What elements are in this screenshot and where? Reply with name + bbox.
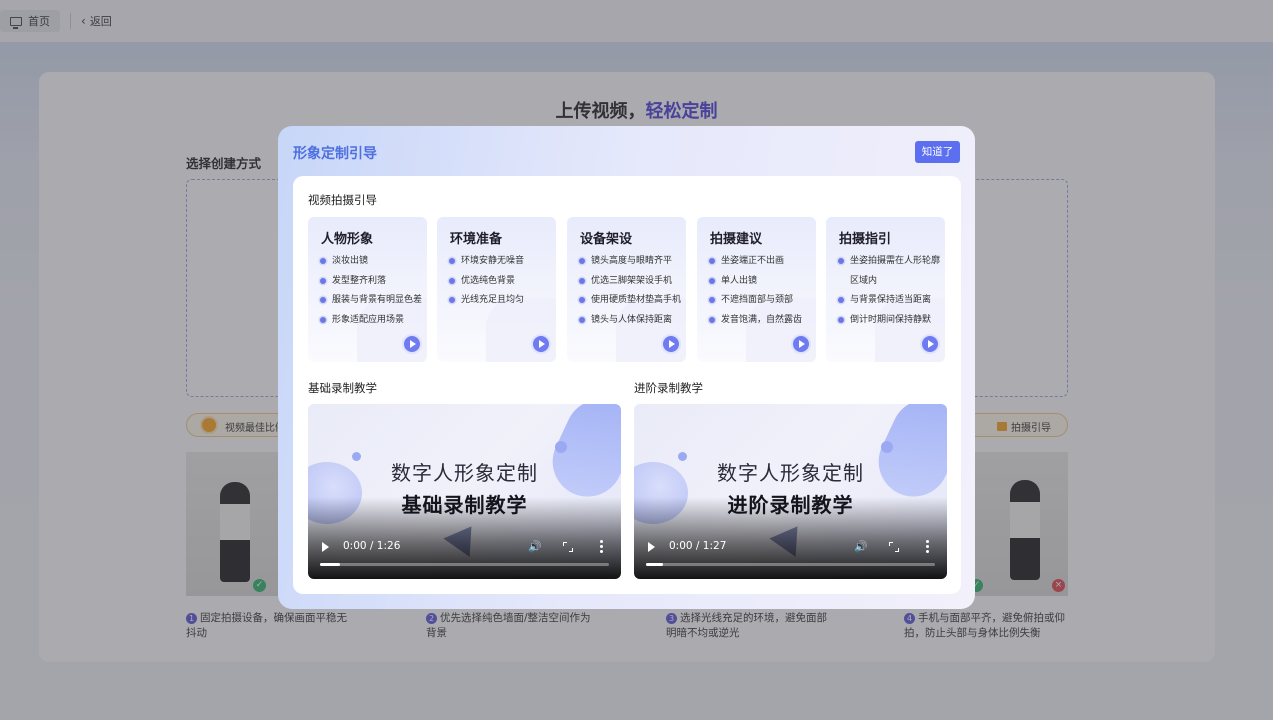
video-title-line1: 数字人形象定制: [391, 461, 538, 485]
bullet-icon: [449, 277, 455, 284]
bullet-icon: [579, 316, 585, 323]
video-progress-bar[interactable]: [646, 563, 935, 566]
bullet-icon: [579, 277, 585, 284]
guide-item: 优选三脚架架设手机: [579, 275, 681, 295]
shooting-guide-section-label: 视频拍摄引导: [308, 193, 377, 207]
play-icon[interactable]: [920, 334, 940, 354]
guide-item: 发音饱满，自然露齿: [709, 314, 802, 334]
advanced-tutorial-label: 进阶录制教学: [634, 381, 703, 395]
bullet-icon: [320, 277, 326, 284]
guide-card-title: 拍摄建议: [710, 232, 763, 247]
guide-card-environment: 环境准备 环境安静无噪音 优选纯色背景 光线充足且均匀: [437, 217, 556, 362]
guide-card-suggestion: 拍摄建议 坐姿端正不出画 单人出镜 不遮挡面部与颈部 发音饱满，自然露齿: [697, 217, 816, 362]
video-progress-fill: [320, 563, 341, 566]
guide-item: 光线充足且均匀: [449, 294, 524, 314]
bullet-icon: [838, 297, 844, 303]
guide-item: 优选纯色背景: [449, 275, 524, 295]
guide-item: 单人出镜: [709, 275, 802, 295]
guide-item: 镜头高度与眼睛齐平: [579, 255, 681, 275]
bullet-icon: [449, 258, 455, 264]
volume-icon[interactable]: 🔊: [854, 540, 868, 553]
fullscreen-icon[interactable]: [563, 542, 573, 552]
play-button[interactable]: [648, 542, 655, 552]
guide-item: 环境安静无噪音: [449, 255, 524, 275]
bullet-icon: [838, 316, 844, 323]
modal-body: 视频拍摄引导 人物形象 淡妆出镜 发型整齐利落 服装与背景有明显色差 形象适配应…: [293, 176, 961, 594]
guide-modal: 形象定制引导 知道了 视频拍摄引导 人物形象 淡妆出镜 发型整齐利落 服装与背景…: [278, 126, 975, 609]
play-icon[interactable]: [661, 334, 681, 354]
video-controls: 0:00 / 1:26 🔊: [308, 537, 621, 557]
guide-card-title: 拍摄指引: [839, 232, 892, 247]
guide-card-device: 设备架设 镜头高度与眼睛齐平 优选三脚架架设手机 使用硬质垫材垫高手机 镜头与人…: [567, 217, 686, 362]
video-title-line1: 数字人形象定制: [717, 461, 864, 485]
decor-dot: [555, 441, 567, 453]
video-time: 0:00 / 1:27: [669, 540, 727, 552]
advanced-tutorial-video[interactable]: 数字人形象定制 进阶录制教学 0:00 / 1:27 🔊: [634, 404, 947, 579]
video-progress-fill: [646, 563, 664, 566]
bullet-icon: [709, 316, 715, 323]
bullet-icon: [320, 258, 326, 264]
guide-item: 坐姿端正不出画: [709, 255, 802, 275]
bullet-icon: [709, 297, 715, 303]
basic-tutorial-video[interactable]: 数字人形象定制 基础录制教学 0:00 / 1:26 🔊: [308, 404, 621, 579]
guide-item: 服装与背景有明显色差: [320, 294, 422, 314]
bullet-icon: [579, 297, 585, 303]
guide-card-title: 环境准备: [450, 232, 503, 247]
guide-item: 不遮挡面部与颈部: [709, 294, 802, 314]
fullscreen-icon[interactable]: [889, 542, 899, 552]
guide-item: 淡妆出镜: [320, 255, 422, 275]
guide-item: 倒计时期间保持静默: [838, 314, 940, 334]
bullet-icon: [449, 297, 455, 303]
bullet-icon: [320, 297, 326, 303]
guide-item: 与背景保持适当距离: [838, 294, 940, 314]
guide-item: 区域内: [850, 275, 878, 286]
guide-item: 发型整齐利落: [320, 275, 422, 295]
guide-item: 使用硬质垫材垫高手机: [579, 294, 681, 314]
bullet-icon: [709, 277, 715, 284]
bullet-icon: [320, 316, 326, 323]
guide-item: 形象适配应用场景: [320, 314, 422, 334]
video-controls: 0:00 / 1:27 🔊: [634, 537, 947, 557]
basic-tutorial-label: 基础录制教学: [308, 381, 377, 395]
guide-item: 坐姿拍摄需在人形轮廓: [838, 255, 940, 275]
decor-dot: [881, 441, 893, 453]
bullet-icon: [709, 258, 715, 264]
guide-card-appearance: 人物形象 淡妆出镜 发型整齐利落 服装与背景有明显色差 形象适配应用场景: [308, 217, 427, 362]
guide-item: 镜头与人体保持距离: [579, 314, 681, 334]
guide-card-title: 人物形象: [321, 232, 374, 247]
bullet-icon: [579, 258, 585, 264]
video-progress-bar[interactable]: [320, 563, 609, 566]
bullet-icon: [838, 258, 844, 264]
play-icon[interactable]: [531, 334, 551, 354]
more-options-icon[interactable]: [600, 540, 604, 555]
video-time: 0:00 / 1:26: [343, 540, 401, 552]
play-icon[interactable]: [402, 334, 422, 354]
got-it-button[interactable]: 知道了: [915, 141, 960, 163]
modal-title: 形象定制引导: [293, 146, 377, 162]
guide-cards: 人物形象 淡妆出镜 发型整齐利落 服装与背景有明显色差 形象适配应用场景 环境准…: [308, 217, 946, 364]
volume-icon[interactable]: 🔊: [528, 540, 542, 553]
play-icon[interactable]: [791, 334, 811, 354]
more-options-icon[interactable]: [926, 540, 930, 555]
guide-card-instruction: 拍摄指引 坐姿拍摄需在人形轮廓 区域内 与背景保持适当距离 倒计时期间保持静默: [826, 217, 945, 362]
play-button[interactable]: [322, 542, 329, 552]
guide-card-title: 设备架设: [580, 232, 633, 247]
